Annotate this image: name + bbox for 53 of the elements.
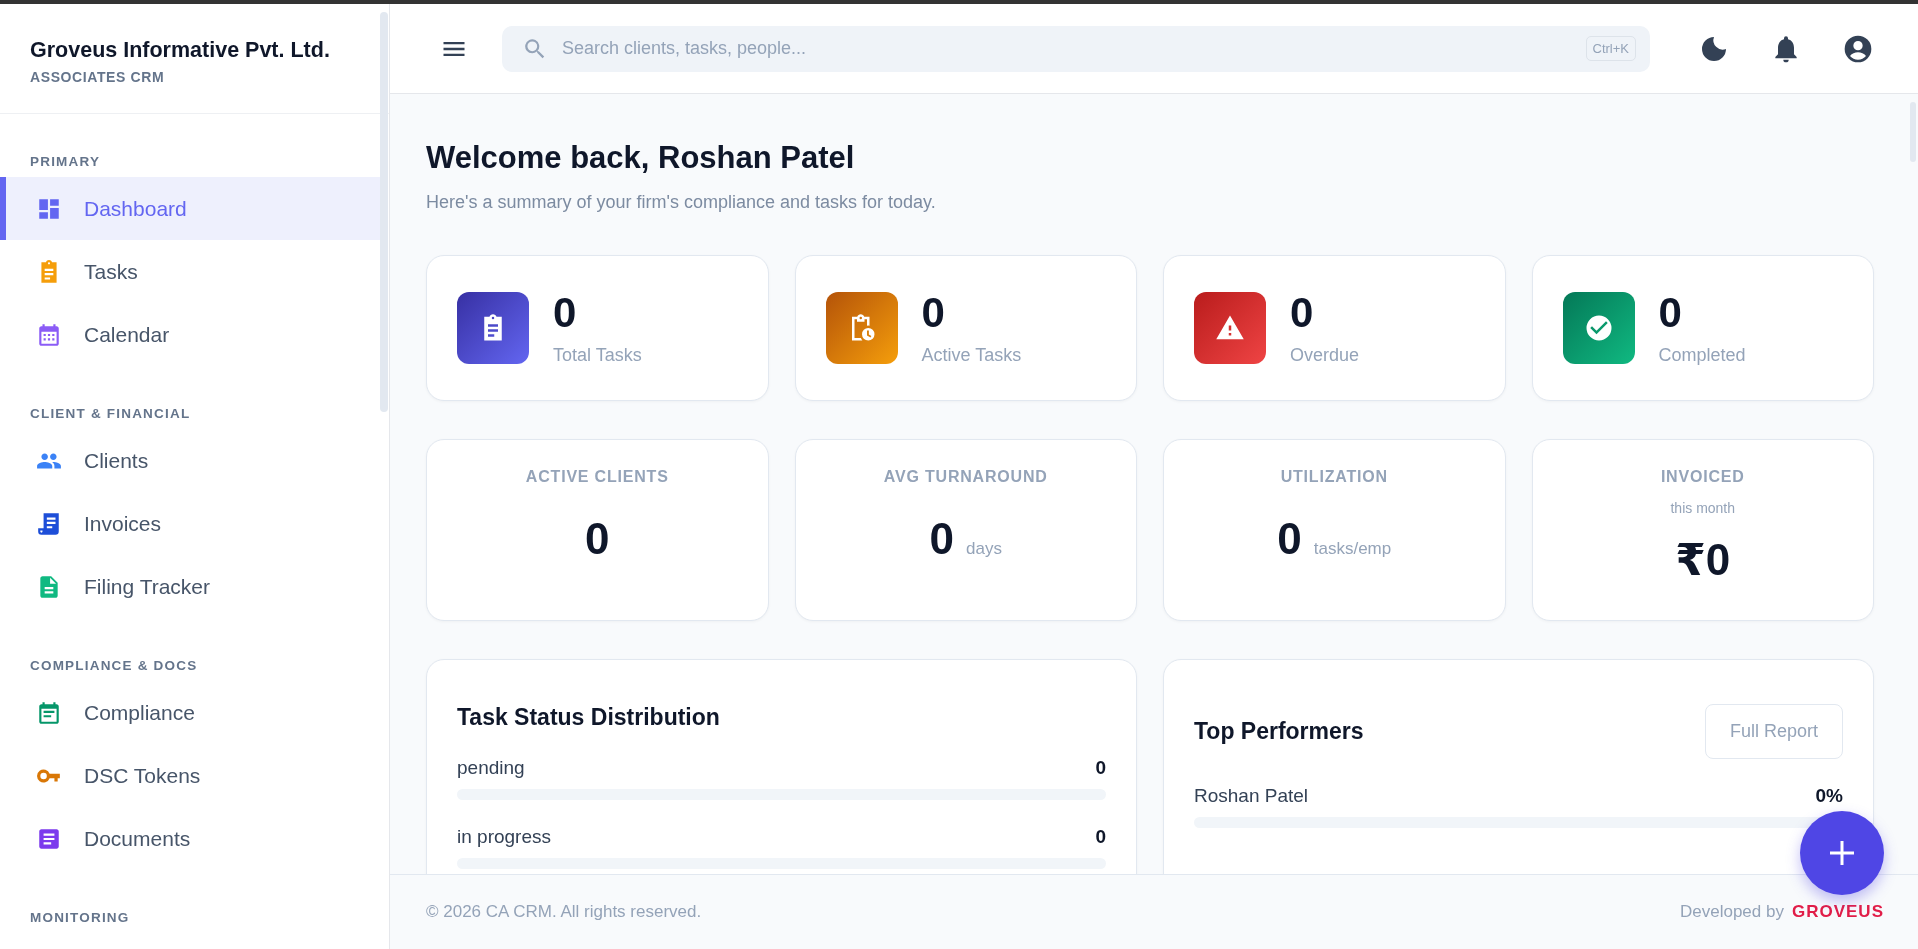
sidebar-item[interactable]: Calendar	[0, 303, 381, 366]
metric-unit: days	[966, 539, 1002, 559]
status-label: in progress	[457, 826, 551, 848]
scrollbar[interactable]	[380, 12, 388, 412]
sidebar-item[interactable]: Filing Tracker	[0, 555, 381, 618]
performer-percent: 0%	[1815, 785, 1843, 807]
metric-value: 0	[585, 514, 610, 564]
section-heading: CLIENT & FINANCIAL	[29, 405, 192, 423]
status-count: 0	[1095, 757, 1106, 779]
stat-value: 0	[921, 290, 946, 337]
stat-value: 0	[1658, 290, 1683, 337]
sidebar-item[interactable]: DSC Tokens	[0, 744, 381, 807]
sidebar-item[interactable]: Compliance	[0, 681, 381, 744]
metric-label: INVOICED	[1660, 468, 1745, 486]
metric-label: ACTIVE CLIENTS	[525, 468, 669, 486]
metric-unit: tasks/emp	[1313, 539, 1392, 559]
section-heading: PRIMARY	[29, 153, 102, 171]
section-heading: MONITORING	[29, 909, 131, 927]
panel-title: Top Performers	[1194, 718, 1364, 745]
sidebar-item[interactable]: Invoices	[0, 492, 381, 555]
stat-value: 0	[553, 290, 578, 337]
metric-note: this month	[1670, 500, 1736, 516]
status-label: pending	[457, 757, 525, 779]
sidebar-item[interactable]: Clients	[0, 429, 381, 492]
metric-value: 0	[1277, 514, 1302, 564]
app-subtitle: ASSOCIATES CRM	[30, 69, 165, 85]
metric-value: 0	[929, 514, 955, 564]
calendar-icon	[36, 699, 62, 726]
sidebar-item[interactable]: Documents	[0, 807, 381, 870]
shortcut-hint: Ctrl+K	[1585, 36, 1636, 61]
panel-title: Task Status Distribution	[457, 704, 721, 731]
stat-label: Active Tasks	[921, 344, 1022, 366]
calendar-icon	[36, 321, 62, 348]
stat-label: Total Tasks	[553, 344, 642, 366]
stat-value: 0	[1290, 290, 1315, 337]
company-name: Groveus Informative Pvt. Ltd.	[30, 38, 330, 63]
page-subtitle: Here's a summary of your firm's compliance and tasks for today.	[426, 192, 936, 213]
section-heading: COMPLIANCE & DOCS	[29, 657, 199, 675]
brand-logo: GROVEUS	[1791, 902, 1884, 921]
sidebar-item[interactable]: Tasks	[0, 240, 381, 303]
status-count: 0	[1095, 826, 1106, 848]
copyright-text: © 2026 CA CRM. All rights reserved.	[426, 902, 702, 922]
receipt-icon	[36, 510, 62, 537]
sidebar-item[interactable]: Dashboard	[0, 177, 381, 240]
add-button[interactable]	[1800, 811, 1884, 895]
metric-label: UTILIZATION	[1280, 468, 1388, 486]
page-title: Welcome back, Roshan Patel	[426, 140, 855, 176]
stat-label: Overdue	[1290, 344, 1360, 366]
performer-name: Roshan Patel	[1194, 785, 1309, 807]
metric-value: ₹0	[1675, 534, 1731, 585]
metric-label: AVG TURNAROUND	[883, 468, 1048, 486]
developer-credit: Developed by	[1680, 902, 1784, 921]
stat-label: Completed	[1658, 344, 1746, 366]
